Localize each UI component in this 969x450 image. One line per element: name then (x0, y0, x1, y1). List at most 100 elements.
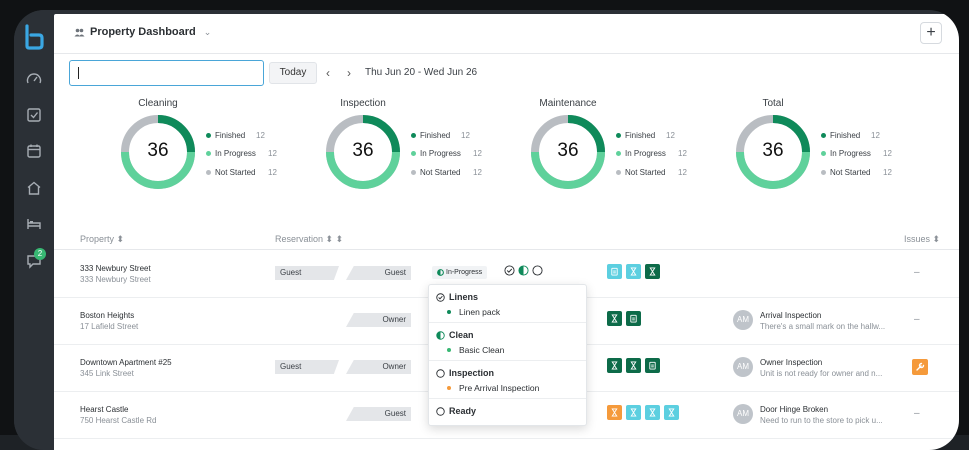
summary-cleaning: Cleaning 36 Finished 12 In Progress 12 Not… (118, 98, 318, 208)
in-progress-dot (411, 151, 416, 157)
checklist-item[interactable]: Pre Arrival Inspection (447, 383, 539, 393)
hourglass-icon[interactable] (607, 311, 622, 326)
tasks-checkbox-icon[interactable] (25, 106, 43, 124)
dashboard-selector[interactable]: Property Dashboard ⌄ (74, 26, 211, 38)
checklist-item[interactable]: Linen pack (447, 307, 500, 317)
reservation-left[interactable]: Guest (275, 266, 339, 280)
legend-label: Finished (830, 130, 861, 140)
popover-section-inspection[interactable]: Inspection Pre Arrival Inspection (429, 361, 586, 399)
legend-count: 12 (666, 130, 675, 140)
legend-count: 12 (473, 149, 482, 159)
not-started-dot (411, 169, 416, 175)
legend-finished: Finished 12 (821, 126, 880, 145)
summary-title: Inspection (340, 98, 386, 109)
legend-count: 12 (256, 130, 265, 140)
no-issue-dash: – (914, 267, 920, 278)
prev-week-button[interactable]: ‹ (326, 66, 330, 80)
section-header: Linens (436, 292, 478, 302)
legend-count: 12 (268, 149, 277, 159)
legend-in-progress: In Progress 12 (821, 145, 892, 164)
text-cursor (78, 67, 79, 79)
dashboard-gauge-icon[interactable] (25, 70, 43, 88)
summary-legend: Finished 12 In Progress 12 Not Started 12 (411, 126, 482, 182)
property-address: 345 Link Street (80, 369, 134, 378)
reservation-right[interactable]: Owner (346, 360, 411, 374)
wrench-icon[interactable] (912, 359, 928, 375)
property-name[interactable]: Boston Heights (80, 311, 134, 320)
issue-description: There's a small mark on the hallw... (760, 322, 886, 331)
half-circle-icon[interactable] (518, 265, 529, 276)
legend-not-started: Not Started 12 (616, 163, 687, 182)
hourglass-icon[interactable] (645, 264, 660, 279)
hourglass-icon[interactable] (607, 405, 622, 420)
check-circle-icon[interactable] (504, 265, 515, 276)
finished-dot (821, 132, 826, 138)
legend-label: In Progress (625, 149, 666, 159)
reservation-right[interactable]: Guest (346, 407, 411, 421)
next-week-button[interactable]: › (347, 66, 351, 80)
hourglass-icon[interactable] (664, 405, 679, 420)
property-name[interactable]: 333 Newbury Street (80, 264, 151, 273)
legend-label: Finished (625, 130, 656, 140)
property-name[interactable]: Downtown Apartment #25 (80, 358, 172, 367)
checklist-item[interactable]: Basic Clean (447, 345, 504, 355)
empty-circle-icon (436, 406, 445, 416)
not-started-dot (616, 169, 621, 175)
reservation-right[interactable]: Guest (346, 266, 411, 280)
clipboard-icon[interactable] (607, 264, 622, 279)
summary-maintenance: Maintenance 36 Finished 12 In Progress 12 … (528, 98, 728, 208)
legend-label: Not Started (420, 167, 461, 177)
summary-total: 36 (762, 140, 784, 161)
hourglass-icon[interactable] (645, 405, 660, 420)
empty-circle-icon[interactable] (532, 265, 543, 276)
col-reservation[interactable]: Reservation ⬍ ⬍ (275, 234, 343, 245)
no-issue-dash: – (914, 314, 920, 325)
avatar: AM (733, 404, 753, 424)
legend-label: Finished (215, 130, 246, 140)
bed-icon[interactable] (25, 215, 43, 233)
summary-inspection: Inspection 36 Finished 12 In Progress 12 N… (323, 98, 523, 208)
summary-total: 36 (147, 140, 169, 161)
hourglass-icon[interactable] (626, 358, 641, 373)
summary-legend: Finished 12 In Progress 12 Not Started 12 (206, 126, 277, 182)
legend-label: Not Started (830, 167, 871, 177)
property-address: 333 Newbury Street (80, 275, 151, 284)
section-title: Clean (449, 330, 474, 340)
summary-total-card: Total 36 Finished 12 In Progress 12 Not St… (733, 98, 933, 208)
legend-in-progress: In Progress 12 (411, 145, 482, 164)
chevron-down-icon: ⌄ (203, 26, 212, 37)
today-button[interactable]: Today (269, 62, 317, 84)
chat-badge: 2 (34, 248, 46, 260)
hourglass-icon[interactable] (626, 405, 641, 420)
col-issues[interactable]: Issues ⬍ (904, 234, 940, 245)
legend-count: 12 (461, 130, 470, 140)
search-input[interactable] (69, 60, 264, 86)
reservation-left[interactable]: Guest (275, 360, 339, 374)
clipboard-icon[interactable] (645, 358, 660, 373)
reservation-right[interactable]: Owner (346, 313, 411, 327)
hourglass-icon[interactable] (607, 358, 622, 373)
calendar-icon[interactable] (25, 142, 43, 160)
col-property[interactable]: Property ⬍ (80, 234, 124, 245)
legend-count: 12 (473, 167, 482, 177)
status-dot (447, 348, 451, 352)
hourglass-icon[interactable] (626, 264, 641, 279)
app-logo-icon[interactable] (23, 24, 45, 50)
issue-title: Arrival Inspection (760, 311, 822, 320)
add-button[interactable]: + (920, 22, 942, 44)
section-header: Inspection (436, 368, 494, 378)
people-icon (74, 28, 85, 36)
summary-legend: Finished 12 In Progress 12 Not Started 12 (616, 126, 687, 182)
popover-section-linens[interactable]: Linens Linen pack (429, 285, 586, 323)
sidebar: 2 (14, 10, 54, 450)
popover-section-ready[interactable]: Ready (429, 399, 586, 425)
popover-section-clean[interactable]: Clean Basic Clean (429, 323, 586, 361)
summary-title: Maintenance (539, 98, 597, 109)
home-icon[interactable] (25, 179, 43, 197)
legend-finished: Finished 12 (411, 126, 470, 145)
property-name[interactable]: Hearst Castle (80, 405, 128, 414)
clipboard-icon[interactable] (626, 311, 641, 326)
status-badge[interactable]: In-Progress (432, 266, 488, 279)
task-tiles (607, 311, 641, 326)
half-circle-icon (436, 330, 445, 340)
